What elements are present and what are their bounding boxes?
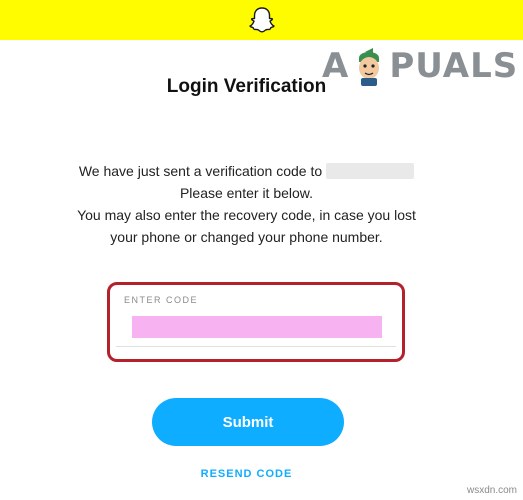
verification-code-input[interactable]	[132, 316, 382, 338]
page-title: Login Verification	[166, 76, 327, 97]
redacted-contact	[326, 163, 415, 179]
snapchat-header-bar	[0, 0, 523, 40]
message-line-1-text: We have just sent a verification code to	[78, 163, 323, 179]
resend-code-link[interactable]: RESEND CODE	[0, 468, 493, 480]
code-field-label: ENTER CODE	[124, 295, 199, 305]
message-line-4: your phone or changed your phone number.	[110, 229, 383, 245]
code-field-underline	[116, 346, 396, 347]
message-line-1: We have just sent a verification code to	[60, 160, 433, 182]
submit-button[interactable]: Submit	[152, 398, 344, 446]
site-watermark: wsxdn.com	[466, 485, 517, 496]
message-line-3: You may also enter the recovery code, in…	[77, 207, 416, 223]
snapchat-ghost-icon	[248, 7, 275, 33]
verification-message: We have just sent a verification code to…	[60, 160, 433, 248]
message-line-2: Please enter it below.	[179, 185, 314, 201]
